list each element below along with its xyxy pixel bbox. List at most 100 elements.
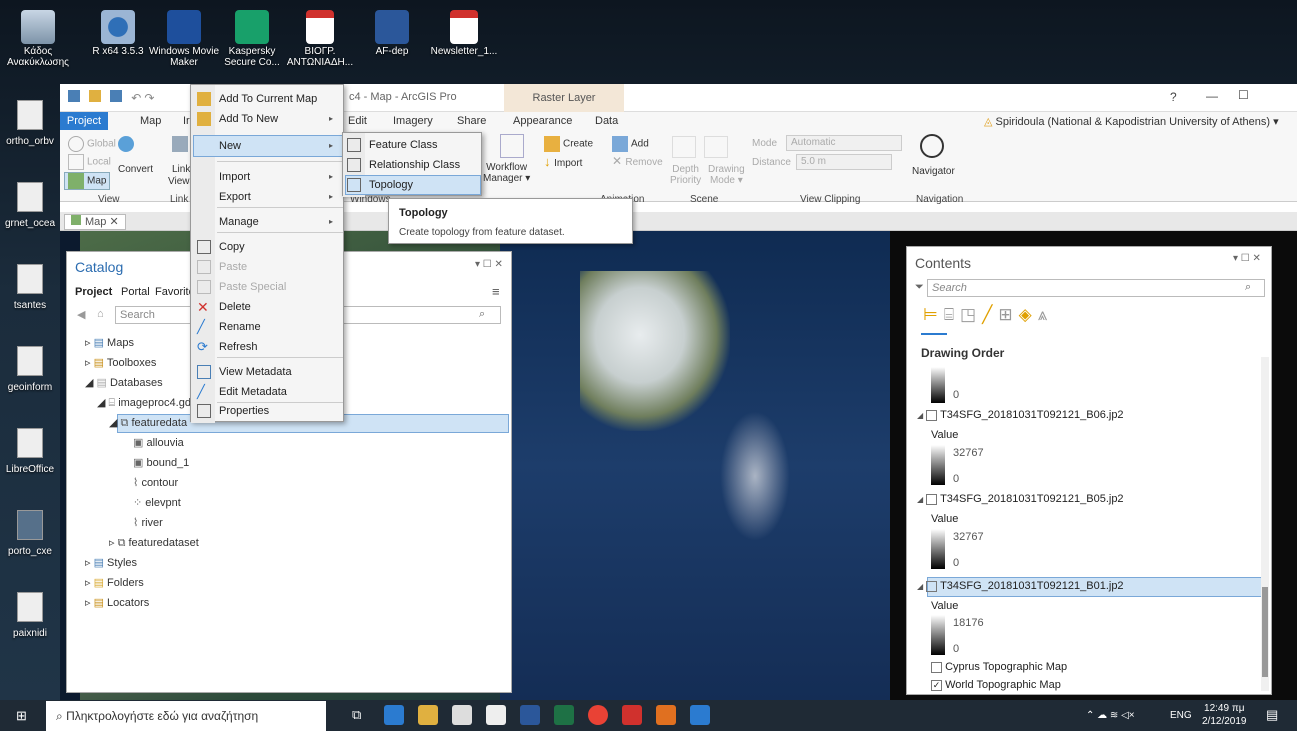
remove-button[interactable]: ✕ Remove (612, 154, 663, 168)
desktop-icon-kaspersky[interactable]: Kaspersky Secure Co... (216, 10, 288, 68)
map-document-tab[interactable]: Map ✕ (64, 214, 126, 230)
list-by-perspective-icon[interactable]: ⩓ (1038, 305, 1054, 324)
store-icon[interactable] (452, 705, 472, 725)
contents-search-input[interactable]: Search (927, 279, 1265, 297)
system-tray-icons[interactable]: ⌃ ☁ ≋ ◁× (1086, 710, 1135, 721)
filter-icon[interactable]: ⏷ (915, 281, 924, 294)
map-view-button[interactable]: Map (64, 172, 111, 190)
start-button[interactable]: ⊞ (16, 708, 27, 724)
menu-item-export[interactable]: Export ▸ (219, 187, 341, 207)
tab-appearance[interactable]: Appearance (513, 115, 572, 127)
layer-b06[interactable]: ◢ T34SFG_20181031T092121_B06.jp2 (917, 409, 1124, 421)
menu-item-delete[interactable]: ✕ Delete (197, 297, 251, 317)
desktop-icon-libreoffice[interactable]: LibreOffice (0, 428, 60, 475)
list-by-snapping-icon[interactable]: ⊞ (998, 305, 1018, 324)
contents-view-toolbar[interactable]: ⊨⌸◳╱⊞◈⩓ (923, 305, 1053, 325)
import-button[interactable]: ↓ Import (544, 154, 582, 169)
menu-item-import[interactable]: Import ▸ (219, 167, 341, 187)
menu-item-topology[interactable]: Topology (347, 175, 413, 195)
navigator-button[interactable]: Navigator (912, 166, 955, 177)
desktop-icon-paixnidi[interactable]: paixnidi (0, 592, 60, 639)
minimize-button[interactable]: — (1206, 89, 1218, 103)
convert-button[interactable]: Convert (118, 164, 153, 175)
basemap-cyprus[interactable]: Cyprus Topographic Map (931, 661, 1067, 673)
desktop-icon-ortho[interactable]: ortho_orbv (0, 100, 60, 147)
menu-item-feature-class[interactable]: Feature Class (347, 135, 437, 155)
menu-item-add-to-new[interactable]: Add To New ▸ (197, 109, 341, 129)
menu-item-add-to-current-map[interactable]: Add To Current Map (197, 89, 317, 109)
tree-item-maps[interactable]: ▹ ▤ Maps (85, 336, 134, 349)
list-by-selection-icon[interactable]: ◳ (960, 305, 982, 324)
close-tab-icon[interactable]: ✕ (109, 216, 118, 228)
word-icon[interactable] (520, 705, 540, 725)
chrome-icon[interactable] (588, 705, 608, 725)
layer-checkbox[interactable] (926, 493, 938, 505)
save-project-icon[interactable] (110, 90, 123, 102)
tab-insert[interactable]: Ir (183, 115, 190, 127)
menu-item-view-metadata[interactable]: View Metadata (197, 362, 292, 382)
collapse-arrow-icon[interactable]: ◢ (917, 582, 923, 591)
layer-b01[interactable]: ◢ T34SFG_20181031T092121_B01.jp2 (917, 580, 1124, 592)
quick-access-toolbar[interactable]: ↶ ↷ (68, 90, 186, 106)
catalog-tab-favorites[interactable]: Favorite (155, 286, 195, 298)
desktop-icon-af-dep[interactable]: AF-dep (356, 10, 428, 57)
pane-options-icon[interactable]: ▾ ☐ ✕ (1233, 253, 1261, 264)
desktop-icon-movie-maker[interactable]: Windows Movie Maker (148, 10, 220, 68)
menu-item-rename[interactable]: ╱ Rename (197, 317, 261, 337)
clock[interactable]: 12:49 πμ 2/12/2019 (1202, 702, 1247, 728)
desktop-icon-tsantes[interactable]: tsantes (0, 264, 60, 311)
layer-checkbox-checked[interactable]: ✓ (931, 679, 942, 691)
desktop-icon-newsletter[interactable]: Newsletter_1... (428, 10, 500, 57)
add-button[interactable]: Add (612, 136, 649, 152)
undo-icon[interactable]: ↶ (131, 91, 141, 105)
taskbar-search-box[interactable]: ⌕ Πληκτρολογήστε εδώ για αναζήτηση (46, 701, 326, 731)
tree-item-bound[interactable]: ▣ bound_1 (133, 456, 189, 469)
layer-checkbox[interactable] (926, 580, 938, 592)
collapse-arrow-icon[interactable]: ◢ (917, 411, 923, 420)
link-button[interactable]: Link (172, 164, 190, 175)
list-by-drawing-order-icon[interactable]: ⊨ (923, 305, 944, 324)
tree-item-featuredataset[interactable]: ▹ ⧉ featuredataset (109, 536, 199, 550)
tree-item-styles[interactable]: ▹ ▤ Styles (85, 556, 137, 569)
home-icon[interactable]: ⌂ (97, 308, 104, 320)
tab-edit[interactable]: Edit (348, 115, 367, 127)
desktop-icon-recycle-bin[interactable]: Κάδος Ανακύκλωσης (2, 10, 74, 68)
tab-project[interactable]: Project (60, 112, 108, 130)
help-button[interactable]: ? (1170, 90, 1177, 104)
list-by-source-icon[interactable]: ⌸ (944, 305, 960, 324)
create-button[interactable]: Create (544, 136, 593, 152)
new-project-icon[interactable] (68, 90, 80, 102)
collapse-arrow-icon[interactable]: ◢ (917, 495, 923, 504)
search-icon[interactable]: ⌕ (479, 308, 485, 321)
task-view-icon[interactable]: ⧉ (352, 707, 361, 723)
tree-item-allouvia[interactable]: ▣ allouvia (133, 436, 184, 449)
tree-item-locators[interactable]: ▹ ▤ Locators (85, 596, 149, 609)
tree-item-elevpnt[interactable]: ⁘ elevpnt (133, 496, 181, 509)
scrollbar-thumb[interactable] (1262, 587, 1268, 677)
menu-item-manage[interactable]: Manage ▸ (219, 212, 341, 232)
list-by-editing-icon[interactable]: ╱ (982, 305, 998, 324)
menu-item-paste-special[interactable]: Paste Special (197, 277, 286, 297)
clipping-distance-input[interactable]: 5.0 m (796, 154, 892, 170)
list-by-labeling-icon[interactable]: ◈ (1019, 305, 1038, 324)
tab-map[interactable]: Map (140, 115, 161, 127)
menu-item-relationship-class[interactable]: Relationship Class (347, 155, 460, 175)
desktop-icon-r[interactable]: R x64 3.5.3 (82, 10, 154, 57)
tree-item-geodatabase[interactable]: ◢ ⌸ imageproc4.gd (97, 396, 191, 410)
arcgis-pro-taskbar-icon[interactable] (690, 705, 710, 725)
menu-item-edit-metadata[interactable]: ╱ Edit Metadata (197, 382, 287, 402)
tree-item-featuredata[interactable]: ◢ ⧉ featuredata (109, 416, 187, 430)
menu-item-properties[interactable]: Properties (197, 401, 269, 421)
menu-item-copy[interactable]: Copy (197, 237, 245, 257)
layer-b05[interactable]: ◢ T34SFG_20181031T092121_B05.jp2 (917, 493, 1124, 505)
tree-item-river[interactable]: ⌇ river (133, 516, 163, 529)
basemap-world[interactable]: ✓ World Topographic Map (931, 679, 1061, 691)
file-explorer-icon[interactable] (418, 705, 438, 725)
tab-share[interactable]: Share (457, 115, 486, 127)
language-indicator[interactable]: ENG (1170, 710, 1192, 721)
local-button[interactable]: Local (68, 154, 111, 170)
menu-item-new[interactable]: New ▸ (219, 136, 341, 156)
tree-item-databases[interactable]: ◢ ▤ Databases (85, 376, 163, 389)
menu-icon[interactable]: ≡ (492, 284, 500, 299)
clipping-mode-select[interactable]: Automatic (786, 135, 902, 151)
